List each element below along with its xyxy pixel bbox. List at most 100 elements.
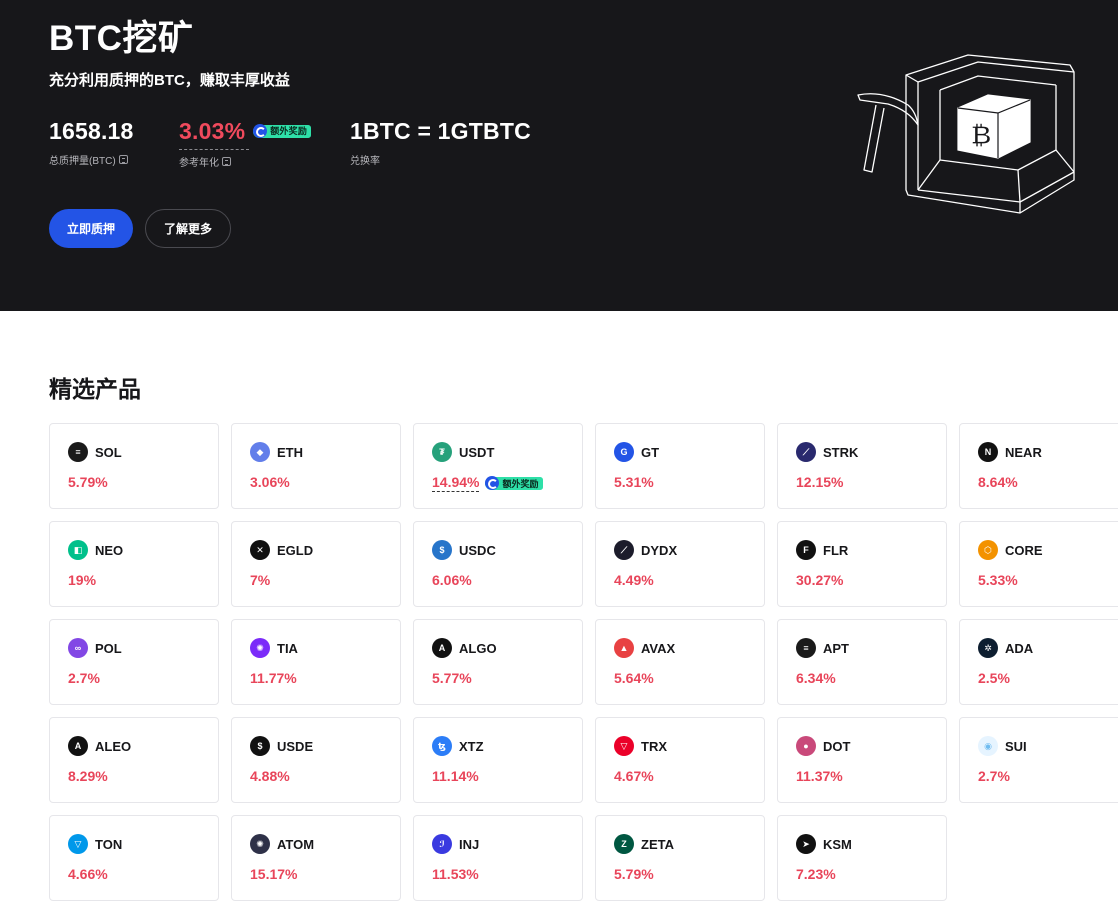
product-apr: 5.79% xyxy=(614,866,654,882)
product-card-sui[interactable]: ◉ SUI 2.7% xyxy=(959,717,1118,803)
product-card-usde[interactable]: $ USDE 4.88% xyxy=(231,717,401,803)
product-rate-row: 11.53% xyxy=(432,866,479,882)
product-apr: 19% xyxy=(68,572,97,588)
product-card-header: ✺ ATOM xyxy=(250,834,314,854)
product-apr: 6.06% xyxy=(432,572,472,588)
product-apr: 11.14% xyxy=(432,768,479,784)
tia-icon: ✺ xyxy=(250,638,270,658)
product-card-flr[interactable]: F FLR 30.27% xyxy=(777,521,947,607)
info-icon[interactable] xyxy=(222,157,231,166)
product-name: USDE xyxy=(277,738,314,754)
product-rate-row: 12.15% xyxy=(796,474,843,490)
apr-value[interactable]: 3.03% xyxy=(179,116,245,146)
product-rate-row: 11.37% xyxy=(796,768,843,784)
product-card-gt[interactable]: G GT 5.31% xyxy=(595,423,765,509)
product-rate-row: 2.7% xyxy=(978,768,1010,784)
product-rate-row: 14.94% 额外奖励 xyxy=(432,474,543,492)
product-card-algo[interactable]: A ALGO 5.77% xyxy=(413,619,583,705)
product-card-ada[interactable]: ✲ ADA 2.5% xyxy=(959,619,1118,705)
usde-icon: $ xyxy=(250,736,270,756)
product-apr[interactable]: 14.94% xyxy=(432,474,480,492)
exchange-rate-label: 兑换率 xyxy=(350,156,380,167)
product-apr: 8.64% xyxy=(978,474,1018,490)
product-card-near[interactable]: N NEAR 8.64% xyxy=(959,423,1118,509)
usdc-icon: $ xyxy=(432,540,452,560)
product-rate-row: 7.23% xyxy=(796,866,836,882)
page-subtitle: 充分利用质押的BTC，赚取丰厚收益 xyxy=(49,72,290,89)
product-name: SUI xyxy=(1005,738,1027,754)
product-card-egld[interactable]: ✕ EGLD 7% xyxy=(231,521,401,607)
product-card-header: ➤ KSM xyxy=(796,834,852,854)
total-staked-label: 总质押量(BTC) xyxy=(49,156,116,167)
product-card-trx[interactable]: ▽ TRX 4.67% xyxy=(595,717,765,803)
product-card-header: ▲ AVAX xyxy=(614,638,675,658)
product-apr: 3.06% xyxy=(250,474,290,490)
product-name: ADA xyxy=(1005,640,1034,656)
product-apr: 6.34% xyxy=(796,670,836,686)
product-apr: 15.17% xyxy=(250,866,298,882)
product-rate-row: 19% xyxy=(68,572,96,588)
info-icon[interactable] xyxy=(118,155,128,164)
product-card-eth[interactable]: ◆ ETH 3.06% xyxy=(231,423,401,509)
product-apr: 11.77% xyxy=(250,670,297,686)
exchange-rate-value: 1BTC = 1GTBTC xyxy=(350,118,531,144)
product-name: ETH xyxy=(277,444,303,460)
product-rate-row: 7% xyxy=(250,572,270,588)
product-card-core[interactable]: ⬡ CORE 5.33% xyxy=(959,521,1118,607)
product-rate-row: 5.79% xyxy=(68,474,108,490)
avax-icon: ▲ xyxy=(614,638,634,658)
near-icon: N xyxy=(978,442,998,462)
product-name: NEO xyxy=(95,542,124,558)
total-staked-stat: 1658.18 总质押量(BTC) xyxy=(49,116,134,167)
product-rate-row: 2.5% xyxy=(978,670,1010,686)
product-card-tia[interactable]: ✺ TIA 11.77% xyxy=(231,619,401,705)
product-name: TIA xyxy=(277,640,298,656)
product-card-dot[interactable]: ● DOT 11.37% xyxy=(777,717,947,803)
product-apr: 11.53% xyxy=(432,866,479,882)
product-card-aleo[interactable]: A ALEO 8.29% xyxy=(49,717,219,803)
product-card-atom[interactable]: ✺ ATOM 15.17% xyxy=(231,815,401,901)
product-card-usdc[interactable]: $ USDC 6.06% xyxy=(413,521,583,607)
product-card-header: ◆ ETH xyxy=(250,442,303,462)
product-rate-row: 8.29% xyxy=(68,768,108,784)
atom-icon: ✺ xyxy=(250,834,270,854)
product-card-ksm[interactable]: ➤ KSM 7.23% xyxy=(777,815,947,901)
product-card-avax[interactable]: ▲ AVAX 5.64% xyxy=(595,619,765,705)
product-name: TON xyxy=(95,836,123,852)
learn-more-button[interactable]: 了解更多 xyxy=(145,209,231,248)
product-card-zeta[interactable]: Z ZETA 5.79% xyxy=(595,815,765,901)
sui-icon: ◉ xyxy=(978,736,998,756)
bonus-label: 额外奖励 xyxy=(270,126,308,136)
product-rate-row: 6.34% xyxy=(796,670,836,686)
product-apr: 5.77% xyxy=(432,670,472,686)
trx-icon: ▽ xyxy=(614,736,634,756)
bonus-badge[interactable]: 额外奖励 xyxy=(253,124,312,138)
product-card-strk[interactable]: ⟋ STRK 12.15% xyxy=(777,423,947,509)
algo-icon: A xyxy=(432,638,452,658)
bonus-badge[interactable]: 额外奖励 xyxy=(485,476,543,490)
product-card-neo[interactable]: ◧ NEO 19% xyxy=(49,521,219,607)
product-apr: 5.33% xyxy=(978,572,1018,588)
product-apr: 30.27% xyxy=(796,572,844,588)
product-card-pol[interactable]: ∞ POL 2.7% xyxy=(49,619,219,705)
product-name: KSM xyxy=(823,836,852,852)
product-name: STRK xyxy=(823,444,859,460)
product-rate-row: 6.06% xyxy=(432,572,472,588)
product-card-inj[interactable]: ℐ INJ 11.53% xyxy=(413,815,583,901)
product-card-apt[interactable]: ≡ APT 6.34% xyxy=(777,619,947,705)
product-name: APT xyxy=(823,640,849,656)
product-card-sol[interactable]: ≡ SOL 5.79% xyxy=(49,423,219,509)
stake-now-button[interactable]: 立即质押 xyxy=(49,209,133,248)
product-card-usdt[interactable]: ₮ USDT 14.94% 额外奖励 xyxy=(413,423,583,509)
sol-icon: ≡ xyxy=(68,442,88,462)
section-title: 精选产品 xyxy=(49,376,141,402)
product-rate-row: 8.64% xyxy=(978,474,1018,490)
exchange-rate-stat: 1BTC = 1GTBTC 兑换率 xyxy=(350,116,531,167)
product-rate-row: 5.31% xyxy=(614,474,654,490)
usdt-icon: ₮ xyxy=(432,442,452,462)
dot-icon: ● xyxy=(796,736,816,756)
product-card-ton[interactable]: ▽ TON 4.66% xyxy=(49,815,219,901)
product-card-dydx[interactable]: ⟋ DYDX 4.49% xyxy=(595,521,765,607)
product-card-xtz[interactable]: ꜩ XTZ 11.14% xyxy=(413,717,583,803)
product-apr: 7% xyxy=(250,572,271,588)
